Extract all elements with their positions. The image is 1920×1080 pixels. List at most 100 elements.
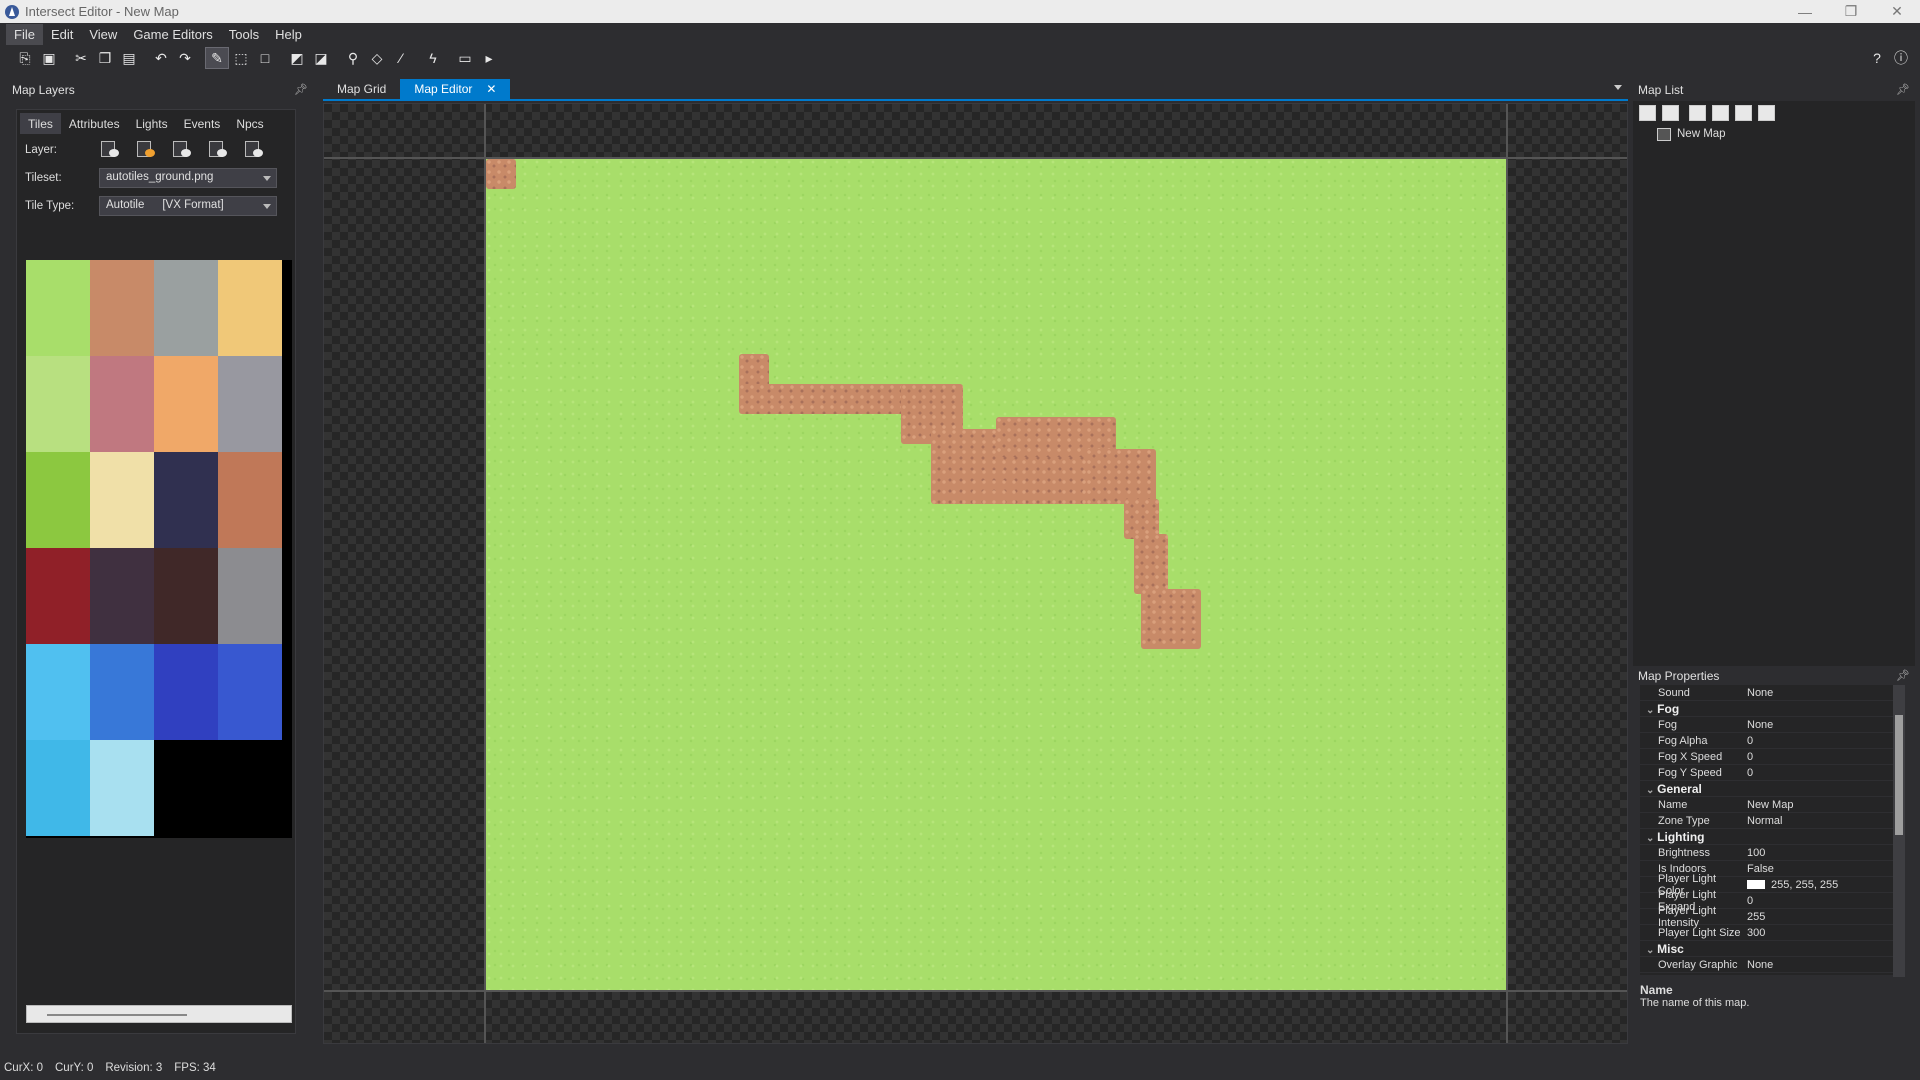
tile-orange-sand[interactable]: [154, 356, 218, 452]
rename-icon[interactable]: [1735, 105, 1752, 121]
pin-icon[interactable]: 📌︎: [294, 83, 308, 96]
menu-view[interactable]: View: [81, 24, 125, 45]
tab-map-editor[interactable]: Map Editor ✕: [400, 79, 511, 99]
property-row[interactable]: Overlay Graphic None: [1640, 957, 1900, 973]
property-category[interactable]: Misc: [1640, 941, 1900, 957]
tile-cobble[interactable]: [218, 548, 282, 644]
property-value[interactable]: 0: [1745, 751, 1900, 763]
erase-fill-icon[interactable]: ◪: [310, 48, 332, 68]
eraser-icon[interactable]: ◇: [366, 48, 388, 68]
screenshot-icon[interactable]: ▭: [454, 48, 476, 68]
tile-gravel[interactable]: [154, 260, 218, 356]
menu-file[interactable]: File: [6, 23, 43, 45]
cut-icon[interactable]: ✂: [70, 48, 92, 68]
menu-help[interactable]: Help: [267, 24, 310, 45]
property-value[interactable]: 0: [1745, 767, 1900, 779]
delete-icon[interactable]: [1758, 105, 1775, 121]
tile-dirt[interactable]: [90, 260, 154, 356]
play-icon[interactable]: ▸: [478, 48, 500, 68]
rectangle-tool-icon[interactable]: □: [254, 48, 276, 68]
property-value[interactable]: 255, 255, 255: [1745, 879, 1900, 891]
tile-pink-dirt[interactable]: [90, 356, 154, 452]
property-value[interactable]: 100: [1745, 847, 1900, 859]
menu-edit[interactable]: Edit: [43, 24, 81, 45]
property-row[interactable]: Fog X Speed 0: [1640, 749, 1900, 765]
tileset-scrollbar[interactable]: [26, 1005, 292, 1023]
tile-foam[interactable]: [90, 740, 154, 836]
menu-game-editors[interactable]: Game Editors: [125, 24, 220, 45]
layer-button-3[interactable]: [171, 139, 193, 161]
tile-flowers[interactable]: [26, 356, 90, 452]
property-row[interactable]: Player Light Size 300: [1640, 925, 1900, 941]
tile-bush[interactable]: [26, 452, 90, 548]
property-value[interactable]: 300: [1745, 927, 1900, 939]
property-row[interactable]: Brightness 100: [1640, 845, 1900, 861]
tile-dark-pit[interactable]: [90, 548, 154, 644]
tab-events[interactable]: Events: [176, 113, 229, 134]
link-icon[interactable]: [1689, 105, 1706, 121]
undo-icon[interactable]: ↶: [150, 48, 172, 68]
copy-icon[interactable]: ❐: [94, 48, 116, 68]
tile-rug[interactable]: [90, 452, 154, 548]
property-value[interactable]: False: [1745, 863, 1900, 875]
map-canvas[interactable]: [486, 159, 1506, 990]
tile-water-rocks[interactable]: [154, 644, 218, 740]
property-row[interactable]: Zone Type Normal: [1640, 813, 1900, 829]
property-category[interactable]: Fog: [1640, 701, 1900, 717]
fill-icon[interactable]: ◩: [286, 48, 308, 68]
property-category[interactable]: Lighting: [1640, 829, 1900, 845]
pen-tool-icon[interactable]: ✎: [205, 47, 229, 69]
redo-icon[interactable]: ↷: [174, 48, 196, 68]
property-row[interactable]: Fog Alpha 0: [1640, 733, 1900, 749]
brush-icon[interactable]: ⁄: [390, 48, 412, 68]
close-window-button[interactable]: ✕: [1874, 0, 1920, 23]
tile-deep-water[interactable]: [90, 644, 154, 740]
property-row[interactable]: Fog Y Speed 0: [1640, 765, 1900, 781]
layer-button-1[interactable]: [99, 139, 121, 161]
tile-type-dropdown[interactable]: Autotile [VX Format]: [99, 196, 277, 216]
new-map-icon[interactable]: ⎘: [14, 48, 36, 68]
property-row[interactable]: Fog None: [1640, 717, 1900, 733]
tile-grass[interactable]: [26, 260, 90, 356]
property-value[interactable]: 255: [1745, 911, 1900, 923]
property-grid[interactable]: SoundNoneFogFogNoneFog Alpha0Fog X Speed…: [1640, 685, 1900, 975]
tab-tiles[interactable]: Tiles: [20, 113, 61, 134]
pin-icon[interactable]: 📌︎: [1896, 83, 1910, 96]
property-row[interactable]: Player Light Intensity 255: [1640, 905, 1900, 929]
tab-overflow-chevron-icon[interactable]: [1614, 85, 1622, 90]
tile-water[interactable]: [26, 644, 90, 740]
property-value[interactable]: 0: [1745, 895, 1900, 907]
tile-hole[interactable]: [154, 452, 218, 548]
save-icon[interactable]: ▣: [38, 48, 60, 68]
tile-sand[interactable]: [218, 260, 282, 356]
list-view-icon[interactable]: [1639, 105, 1656, 121]
tab-map-grid[interactable]: Map Grid: [323, 79, 400, 99]
layer-button-2[interactable]: [135, 139, 157, 161]
menu-tools[interactable]: Tools: [221, 24, 267, 45]
tileset-palette[interactable]: [26, 260, 292, 838]
property-row[interactable]: Sound None: [1640, 685, 1900, 701]
close-tab-icon[interactable]: ✕: [486, 82, 496, 96]
tile-rock[interactable]: [218, 452, 282, 548]
layer-button-5[interactable]: [243, 139, 265, 161]
tile-brick[interactable]: [218, 356, 282, 452]
property-value[interactable]: 0: [1745, 735, 1900, 747]
tile-dark-soil[interactable]: [154, 548, 218, 644]
dropper-icon[interactable]: ⚲: [342, 48, 364, 68]
tileset-dropdown[interactable]: autotiles_ground.png: [99, 168, 277, 188]
property-value[interactable]: None: [1745, 687, 1900, 699]
properties-scrollbar[interactable]: [1893, 685, 1905, 977]
tile-water-hole[interactable]: [218, 644, 282, 740]
help-icon[interactable]: ?: [1866, 48, 1888, 68]
property-category[interactable]: General: [1640, 781, 1900, 797]
tile-waves[interactable]: [26, 740, 90, 836]
map-viewport[interactable]: [323, 103, 1628, 1044]
lightning-icon[interactable]: ϟ: [422, 48, 444, 68]
info-icon[interactable]: ⓘ: [1890, 48, 1912, 68]
tab-lights[interactable]: Lights: [128, 113, 176, 134]
tile-lava-rock[interactable]: [26, 548, 90, 644]
property-value[interactable]: Normal: [1745, 815, 1900, 827]
add-map-icon[interactable]: [1662, 105, 1679, 121]
property-row[interactable]: Name New Map: [1640, 797, 1900, 813]
selection-tool-icon[interactable]: ⬚: [230, 48, 252, 68]
